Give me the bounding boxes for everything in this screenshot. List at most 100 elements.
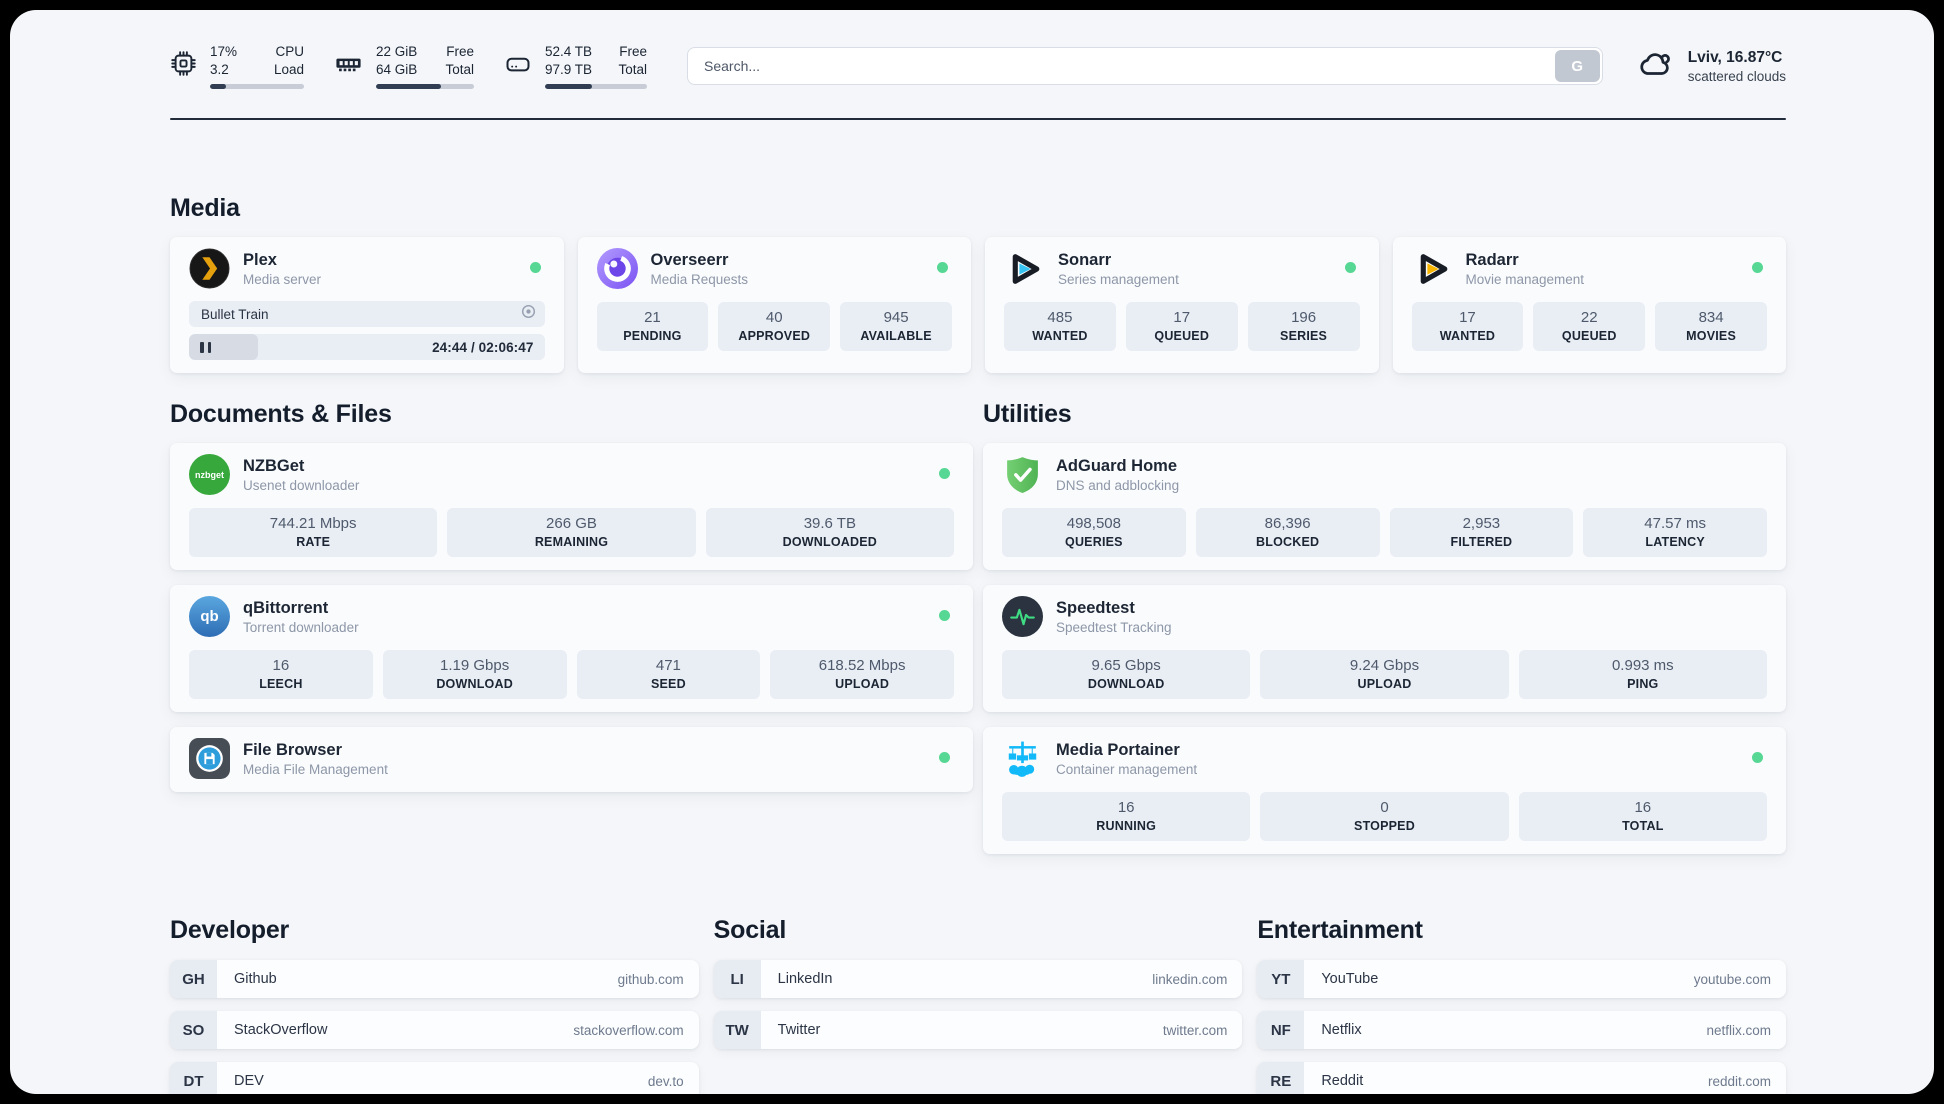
app-card-radarr[interactable]: Radarr Movie management 17 WANTED 22 QUEUE… (1392, 237, 1786, 373)
app-card-nzbget[interactable]: nzbget NZBGet Usenet downloader 744.21 M… (170, 443, 973, 570)
dashboard-screen: 17% 3.2 CPU Load 22 GiB 64 GiB Free Tota… (0, 0, 1944, 1104)
app-card-sonarr[interactable]: Sonarr Series management 485 WANTED 17 QUE… (985, 237, 1379, 373)
bookmark-stackoverflow[interactable]: SO StackOverflow stackoverflow.com (170, 1011, 699, 1049)
bookmark-url: twitter.com (1162, 1022, 1228, 1038)
app-card-filebrowser[interactable]: File Browser Media File Management (170, 727, 973, 792)
app-subtitle: Speedtest Tracking (1056, 620, 1172, 636)
stat-box: 945 AVAILABLE (840, 302, 952, 351)
weather-location-temp: Lviv, 16.87°C (1687, 49, 1783, 67)
stat-box: 22 QUEUED (1533, 302, 1646, 351)
app-card-qbittorrent[interactable]: qb qBittorrent Torrent downloader 16 LEEC… (170, 585, 973, 712)
section-title-entertainment: Entertainment (1257, 916, 1423, 944)
section-title-documents: Documents & Files (170, 400, 392, 428)
now-playing-title: Bullet Train (201, 306, 269, 322)
bookmark-twitter[interactable]: TW Twitter twitter.com (713, 1011, 1243, 1049)
status-dot (937, 262, 948, 273)
dashboard-panel: 17% 3.2 CPU Load 22 GiB 64 GiB Free Tota… (10, 10, 1934, 1094)
app-subtitle: Media server (243, 272, 322, 288)
app-card-overseerr[interactable]: Overseerr Media Requests 21 PENDING 40 APP… (577, 237, 971, 373)
bookmark-name: Netflix (1321, 1022, 1362, 1038)
section-title-developer: Developer (170, 916, 290, 944)
stat-box: 17 QUEUED (1125, 302, 1238, 351)
cloud-icon (1637, 45, 1675, 88)
cpu-load-label: Load (273, 61, 304, 77)
bookmark-github[interactable]: GH Github github.com (170, 960, 699, 998)
cpu-icon (170, 50, 197, 82)
memory-total-value: 64 GiB (376, 61, 418, 77)
stat-box: 21 PENDING (596, 302, 709, 351)
search-engine-button[interactable]: G (1554, 50, 1600, 82)
app-card-plex[interactable]: Plex Media server Bullet Train 24:44 / 0… (170, 237, 564, 373)
bookmark-reddit[interactable]: RE Reddit reddit.com (1257, 1062, 1786, 1094)
bookmark-url: reddit.com (1707, 1073, 1771, 1089)
stat-box: 86,396 BLOCKED (1195, 508, 1380, 557)
app-subtitle: DNS and adblocking (1056, 478, 1180, 494)
section-title-media: Media (170, 194, 240, 222)
stat-box: 2,953 FILTERED (1389, 508, 1574, 557)
stat-box: 485 WANTED (1004, 302, 1116, 351)
app-name: Radarr (1465, 250, 1519, 269)
cpu-usage-widget: 17% 3.2 CPU Load (170, 43, 304, 90)
disk-free-value: 52.4 TB (545, 43, 593, 59)
cpu-progress-bar (210, 84, 304, 90)
session-icon[interactable] (521, 304, 536, 324)
memory-free-value: 22 GiB (376, 43, 418, 59)
bookmark-dev[interactable]: DT DEV dev.to (170, 1062, 699, 1094)
bookmark-name: LinkedIn (777, 971, 833, 987)
memory-icon (334, 49, 363, 83)
stat-box: 16 LEECH (189, 650, 373, 699)
bookmark-youtube[interactable]: YT YouTube youtube.com (1257, 960, 1786, 998)
bookmark-netflix[interactable]: NF Netflix netflix.com (1257, 1011, 1786, 1049)
status-dot (939, 752, 950, 763)
qbittorrent-icon: qb (189, 596, 230, 637)
app-subtitle: Torrent downloader (243, 620, 359, 636)
bookmark-name: Twitter (777, 1022, 821, 1038)
search-input[interactable] (687, 47, 1603, 85)
app-subtitle: Movie management (1465, 272, 1585, 288)
plex-icon (189, 248, 230, 289)
playback-time: 24:44 / 02:06:47 (432, 339, 534, 355)
app-subtitle: Container management (1056, 762, 1198, 778)
hard-drive-icon (504, 50, 532, 83)
top-bar: 17% 3.2 CPU Load 22 GiB 64 GiB Free Tota… (170, 37, 1786, 95)
bookmark-name: Reddit (1321, 1073, 1364, 1089)
disk-total-label: Total (618, 61, 647, 77)
app-card-adguard[interactable]: AdGuard Home DNS and adblocking 498,508 Q… (983, 443, 1786, 570)
status-dot (1752, 262, 1763, 273)
app-name: Speedtest (1056, 598, 1135, 617)
app-card-portainer[interactable]: Media Portainer Container management 16 R… (983, 727, 1786, 854)
playback-progress-bar: 24:44 / 02:06:47 (189, 334, 545, 360)
bookmark-url: dev.to (647, 1073, 684, 1089)
app-name: Media Portainer (1056, 740, 1180, 759)
disk-free-label: Free (619, 43, 647, 59)
bookmark-abbr: SO (170, 1011, 217, 1049)
stat-box: 17 WANTED (1411, 302, 1524, 351)
bookmark-abbr: GH (170, 960, 217, 998)
bookmark-linkedin[interactable]: LI LinkedIn linkedin.com (713, 960, 1243, 998)
stat-box: 471 SEED (576, 650, 761, 699)
sonarr-icon (1004, 248, 1045, 289)
app-name: Plex (243, 250, 277, 269)
filebrowser-icon (189, 738, 230, 779)
bookmark-url: stackoverflow.com (573, 1022, 684, 1038)
stat-box: 9.65 Gbps DOWNLOAD (1002, 650, 1251, 699)
status-dot (939, 610, 950, 621)
stat-box: 9.24 Gbps UPLOAD (1260, 650, 1509, 699)
weather-condition: scattered clouds (1687, 68, 1786, 84)
app-name: NZBGet (243, 456, 305, 475)
stat-box: 498,508 QUERIES (1002, 508, 1186, 557)
app-card-speedtest[interactable]: Speedtest Speedtest Tracking 9.65 Gbps DO… (983, 585, 1786, 712)
pause-icon[interactable] (200, 341, 211, 353)
adguard-icon (1002, 454, 1043, 495)
bookmark-abbr: NF (1257, 1011, 1305, 1049)
app-subtitle: Usenet downloader (243, 478, 360, 494)
now-playing-row: Bullet Train (189, 301, 545, 327)
stat-box: 16 RUNNING (1002, 792, 1251, 841)
topbar-divider (170, 118, 1786, 120)
stat-box: 47.57 ms LATENCY (1583, 508, 1767, 557)
bookmark-url: linkedin.com (1152, 971, 1228, 987)
app-name: qBittorrent (243, 598, 329, 617)
memory-usage-widget: 22 GiB 64 GiB Free Total (334, 43, 474, 90)
speedtest-icon (1002, 596, 1043, 637)
status-dot (1344, 262, 1356, 273)
